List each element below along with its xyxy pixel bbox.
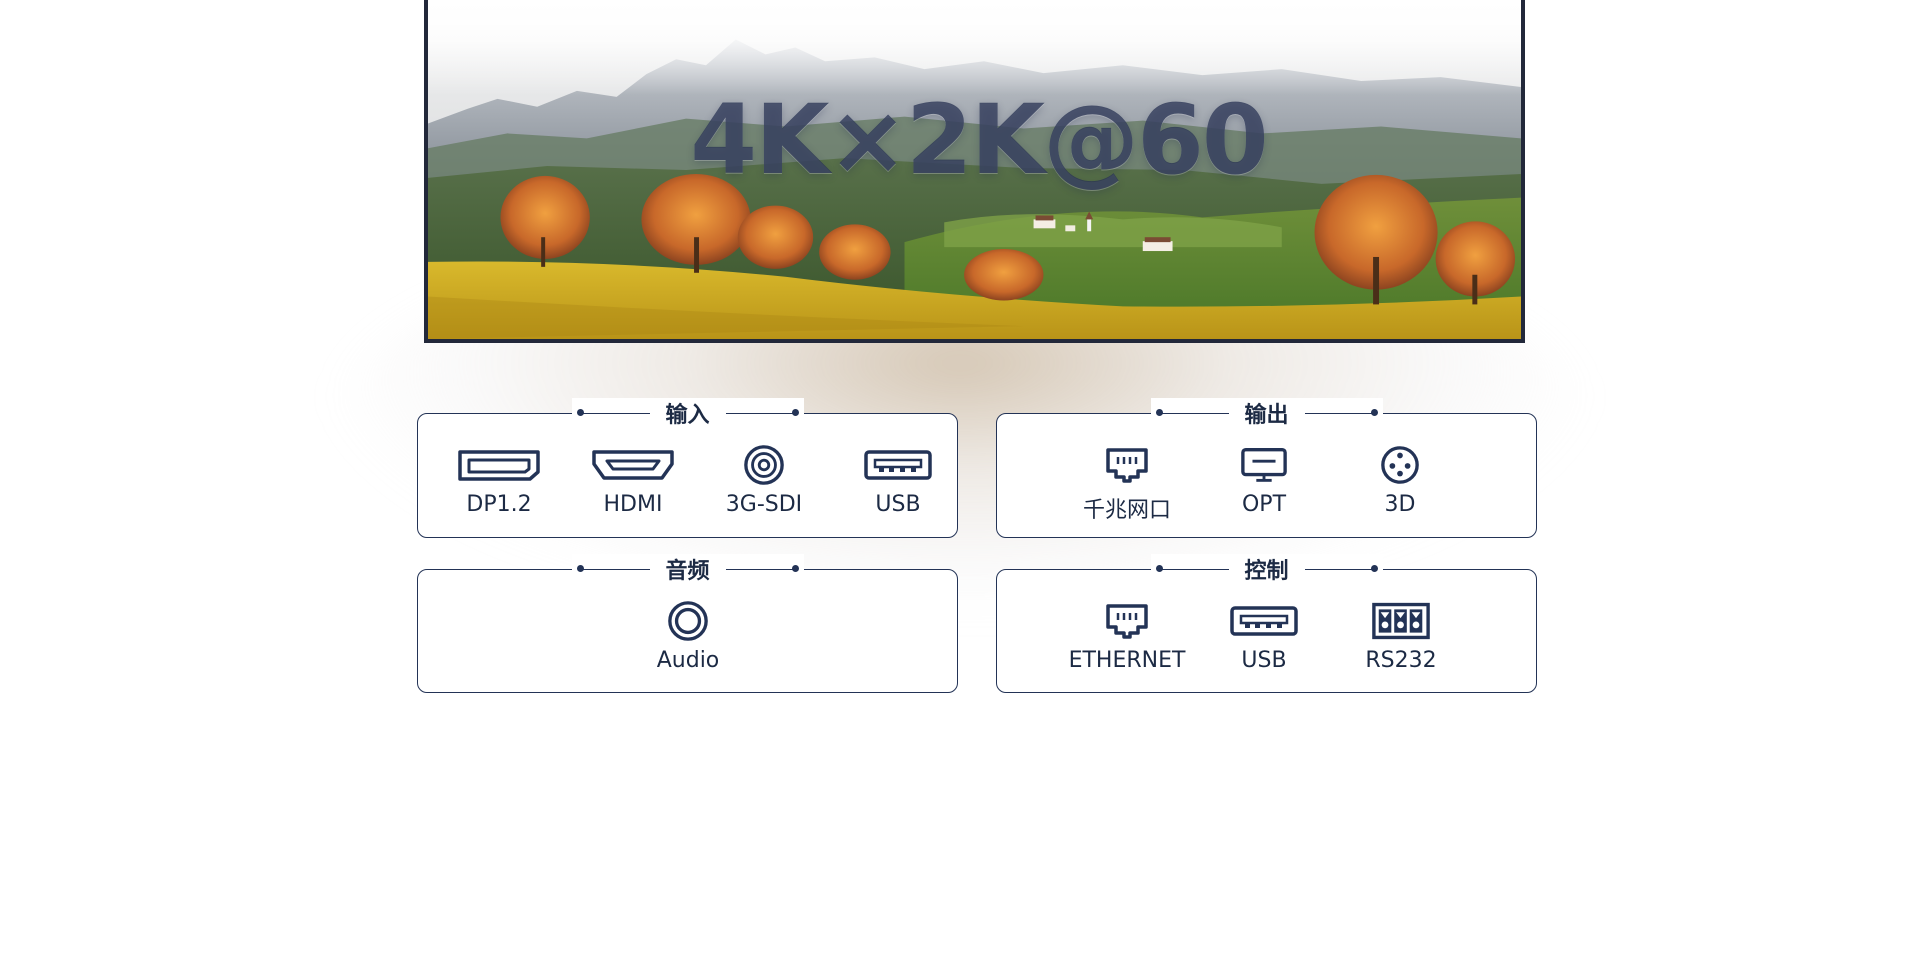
title-divider-right bbox=[1304, 409, 1378, 416]
rj45-icon bbox=[1057, 444, 1197, 486]
title-divider-right bbox=[725, 409, 799, 416]
title-divider-right bbox=[725, 565, 799, 572]
port-dp12: DP1.2 bbox=[429, 444, 569, 517]
port-label: HDMI bbox=[603, 492, 663, 517]
displayport-icon bbox=[429, 444, 569, 486]
title-divider-left bbox=[1155, 565, 1229, 572]
usb-icon bbox=[828, 444, 968, 486]
audio-jack-icon bbox=[618, 600, 758, 642]
usb-icon bbox=[1194, 600, 1334, 642]
output-panel-title: 输出 bbox=[1150, 398, 1383, 428]
audio-panel: 音频 Audio bbox=[417, 554, 958, 693]
port-3d: 3D bbox=[1330, 444, 1470, 517]
product-spec-page: 4K×2K@60 输入 DP1.2 HDMI 3G-SDI USB 输出 千兆网… bbox=[0, 0, 1920, 974]
port-gigabit-lan: 千兆网口 bbox=[1057, 444, 1197, 524]
input-panel: 输入 DP1.2 HDMI 3G-SDI USB bbox=[417, 398, 958, 538]
output-panel: 输出 千兆网口 OPT 3D bbox=[996, 398, 1537, 538]
sky-fade-overlay bbox=[428, 0, 1521, 95]
port-opt: OPT bbox=[1194, 444, 1334, 517]
port-label: ETHERNET bbox=[1068, 648, 1186, 673]
control-panel-title: 控制 bbox=[1150, 554, 1383, 584]
input-panel-title: 输入 bbox=[571, 398, 804, 428]
ethernet-icon bbox=[1057, 600, 1197, 642]
sdi-coax-icon bbox=[694, 444, 834, 486]
title-divider-left bbox=[576, 565, 650, 572]
port-3gsdi: 3G-SDI bbox=[694, 444, 834, 517]
rs232-terminal-icon bbox=[1331, 600, 1471, 642]
port-label: DP1.2 bbox=[466, 492, 532, 517]
title-divider-left bbox=[1155, 409, 1229, 416]
audio-panel-title: 音频 bbox=[571, 554, 804, 584]
port-label: 3G-SDI bbox=[725, 492, 803, 517]
port-label: USB bbox=[875, 492, 921, 517]
port-label: USB bbox=[1241, 648, 1287, 673]
title-divider-left bbox=[576, 409, 650, 416]
resolution-headline: 4K×2K@60 bbox=[690, 84, 1268, 196]
port-label: OPT bbox=[1241, 492, 1287, 517]
title-divider-right bbox=[1304, 565, 1378, 572]
port-audio: Audio bbox=[618, 600, 758, 673]
port-label: 3D bbox=[1384, 492, 1416, 517]
hdmi-icon bbox=[563, 444, 703, 486]
port-ethernet: ETHERNET bbox=[1057, 600, 1197, 673]
hero-display: 4K×2K@60 bbox=[424, 0, 1525, 343]
port-hdmi: HDMI bbox=[563, 444, 703, 517]
port-usb: USB bbox=[828, 444, 968, 517]
port-label: RS232 bbox=[1365, 648, 1437, 673]
3d-connector-icon bbox=[1330, 444, 1470, 486]
port-label: Audio bbox=[656, 648, 720, 673]
optical-icon bbox=[1194, 444, 1334, 486]
control-panel: 控制 ETHERNET USB RS232 bbox=[996, 554, 1537, 693]
port-rs232: RS232 bbox=[1331, 600, 1471, 673]
port-label: 千兆网口 bbox=[1082, 498, 1171, 523]
port-control-usb: USB bbox=[1194, 600, 1334, 673]
